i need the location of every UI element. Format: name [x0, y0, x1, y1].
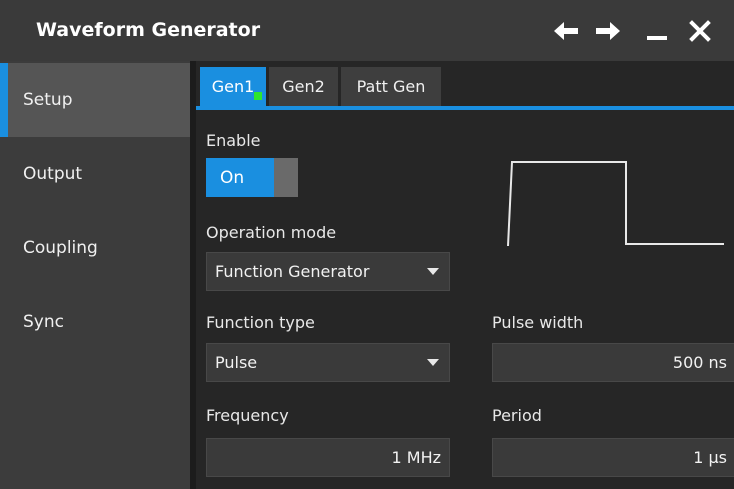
enable-toggle[interactable]: On — [206, 158, 298, 197]
close-button[interactable] — [682, 13, 718, 49]
active-status-dot — [254, 92, 262, 100]
function-type-label: Function type — [206, 313, 315, 332]
period-label: Period — [492, 406, 542, 425]
tab-label: Gen1 — [211, 77, 255, 96]
pulse-waveform-preview — [507, 161, 724, 247]
sidebar-item-coupling[interactable]: Coupling — [0, 211, 190, 285]
sidebar-item-label: Sync — [23, 312, 64, 332]
toggle-on-state: On — [206, 158, 274, 197]
function-type-select[interactable]: Pulse — [206, 343, 450, 382]
operation-mode-label: Operation mode — [206, 223, 337, 242]
sidebar-item-sync[interactable]: Sync — [0, 285, 190, 359]
tab-gen2[interactable]: Gen2 — [269, 67, 338, 106]
sidebar: Setup Output Coupling Sync — [0, 61, 190, 489]
sidebar-item-label: Coupling — [23, 238, 98, 258]
sidebar-item-label: Output — [23, 164, 83, 184]
window-title: Waveform Generator — [36, 19, 261, 41]
period-input[interactable]: 1 µs — [492, 438, 734, 477]
forward-button[interactable] — [590, 13, 626, 49]
chevron-down-icon — [427, 359, 439, 366]
pulse-width-value: 500 ns — [672, 353, 727, 372]
sidebar-item-setup[interactable]: Setup — [0, 63, 190, 137]
enable-label: Enable — [206, 131, 261, 150]
close-icon — [689, 20, 711, 42]
main-panel: Gen1 Gen2 Patt Gen Enable On Operation m… — [190, 61, 734, 489]
waveform-generator-window: Waveform Generator Setup Output Coupling… — [0, 0, 734, 489]
minimize-icon — [647, 36, 667, 40]
chevron-down-icon — [427, 268, 439, 275]
tab-label: Patt Gen — [356, 77, 426, 96]
back-button[interactable] — [548, 13, 584, 49]
tab-patt-gen[interactable]: Patt Gen — [341, 67, 441, 106]
tab-gen1[interactable]: Gen1 — [200, 67, 266, 106]
toggle-knob — [274, 158, 298, 197]
tab-bar: Gen1 Gen2 Patt Gen — [196, 61, 734, 110]
sidebar-item-label: Setup — [23, 90, 73, 110]
frequency-label: Frequency — [206, 406, 289, 425]
operation-mode-value: Function Generator — [215, 262, 370, 281]
minimize-button[interactable] — [639, 13, 675, 49]
frequency-value: 1 MHz — [391, 448, 442, 467]
operation-mode-select[interactable]: Function Generator — [206, 252, 450, 291]
pulse-width-label: Pulse width — [492, 313, 584, 332]
function-type-value: Pulse — [215, 353, 258, 372]
frequency-input[interactable]: 1 MHz — [206, 438, 450, 477]
arrow-left-icon — [554, 22, 578, 40]
arrow-right-icon — [596, 22, 620, 40]
sidebar-item-output[interactable]: Output — [0, 137, 190, 211]
period-value: 1 µs — [693, 448, 727, 467]
tab-label: Gen2 — [282, 77, 325, 96]
pulse-width-input[interactable]: 500 ns — [492, 343, 734, 382]
title-bar: Waveform Generator — [0, 0, 734, 61]
